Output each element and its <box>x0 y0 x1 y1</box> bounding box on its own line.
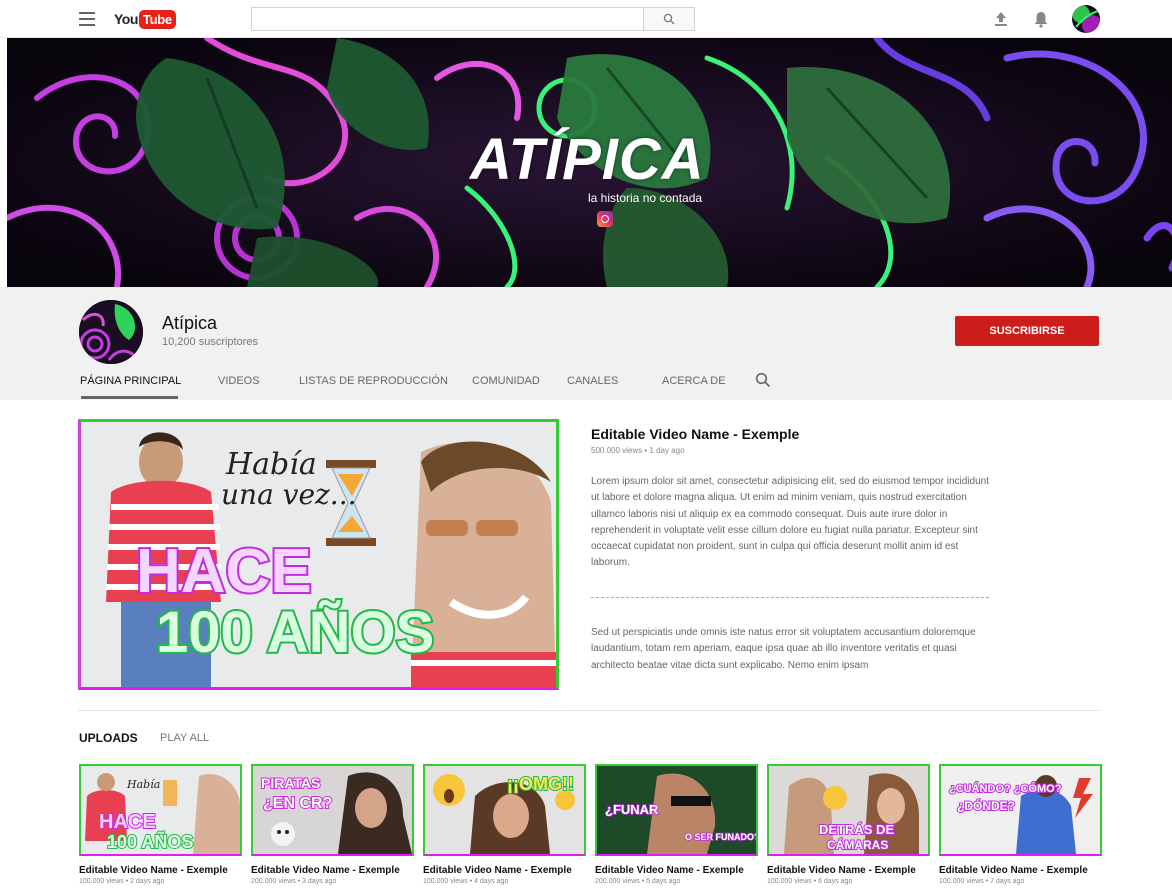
video-card[interactable]: PIRATAS ¿EN CR? Editable Video Name - Ex… <box>251 764 414 885</box>
channel-name: Atípica <box>162 313 218 333</box>
video-card[interactable]: ¿CUÁNDO? ¿CÓMO? ¿DÓNDE? Editable Video N… <box>939 764 1102 885</box>
section-divider <box>78 710 1100 711</box>
play-all-button[interactable]: PLAY ALL <box>160 732 209 744</box>
featured-thumb-line2: una vez... <box>221 478 357 511</box>
thumb-caption: 100 AÑOS <box>107 831 193 852</box>
video-title[interactable]: Editable Video Name - Exemple <box>767 865 930 876</box>
svg-text:Había: Había <box>126 778 160 791</box>
thumb-caption: CÁMARAS <box>827 837 888 852</box>
thumb-caption: DETRÁS DE <box>819 822 894 837</box>
upload-icon[interactable] <box>994 11 1008 27</box>
video-thumbnail[interactable]: DETRÁS DE CÁMARAS <box>767 764 930 856</box>
logo-text-tube: Tube <box>138 9 176 29</box>
video-meta: 100.000 views • 4 days ago <box>423 878 509 885</box>
video-title[interactable]: Editable Video Name - Exemple <box>251 865 414 876</box>
video-title[interactable]: Editable Video Name - Exemple <box>595 865 758 876</box>
tab-about[interactable]: ACERCA DE <box>662 375 726 387</box>
featured-thumb-line1: Había <box>225 447 317 482</box>
video-card[interactable]: Había HACE 100 AÑOS Editable Video Name … <box>79 764 242 885</box>
search-input[interactable] <box>252 8 643 30</box>
search-button[interactable] <box>643 8 694 30</box>
subscribe-button[interactable]: SUSCRIBIRSE <box>955 316 1099 346</box>
thumb-caption: ¡¡OMG!! <box>507 774 574 794</box>
menu-icon[interactable] <box>79 12 95 26</box>
banner-brand: ATÍPICA la historia no contada <box>470 127 730 227</box>
banner-tagline: la historia no contada <box>588 191 703 205</box>
thumb-caption: O SER FUNADO? <box>685 832 756 842</box>
tab-playlists[interactable]: LISTAS DE REPRODUCCIÓN <box>299 375 448 387</box>
video-thumbnail[interactable]: ¿CUÁNDO? ¿CÓMO? ¿DÓNDE? <box>939 764 1102 856</box>
channel-avatar[interactable] <box>79 300 143 364</box>
featured-video-thumbnail[interactable]: Había una vez... HACE 100 AÑOS <box>78 419 559 690</box>
tab-videos[interactable]: VIDEOS <box>218 375 260 387</box>
video-meta: 100.000 views • 2 days ago <box>79 878 165 885</box>
featured-video-meta: 500.000 views • 1 day ago <box>591 446 685 455</box>
account-avatar[interactable] <box>1072 5 1100 33</box>
video-thumbnail[interactable]: PIRATAS ¿EN CR? <box>251 764 414 856</box>
top-bar: You Tube <box>0 0 1172 38</box>
featured-thumb-big1: HACE <box>136 537 312 606</box>
active-tab-indicator <box>81 396 178 399</box>
channel-search-icon[interactable] <box>755 372 771 388</box>
tab-community[interactable]: COMUNIDAD <box>472 375 540 387</box>
featured-video-description: Lorem ipsum dolor sit amet, consectetur … <box>591 476 989 569</box>
subscriber-count: 10,200 suscriptores <box>162 336 258 348</box>
video-meta: 200.000 views • 3 days ago <box>251 878 337 885</box>
video-title[interactable]: Editable Video Name - Exemple <box>423 865 586 876</box>
video-card[interactable]: ¿FUNAR O SER FUNADO? Editable Video Name… <box>595 764 758 885</box>
video-meta: 100.000 views • 7 days ago <box>939 878 1025 885</box>
thumb-caption: ¿EN CR? <box>263 795 332 812</box>
description-divider <box>591 597 989 598</box>
youtube-logo[interactable]: You Tube <box>114 9 176 29</box>
thumb-caption: ¿FUNAR <box>605 802 659 817</box>
featured-video-description-2: Sed ut perspiciatis unde omnis iste natu… <box>591 627 976 671</box>
thumb-caption: ¿CUÁNDO? ¿CÓMO? <box>949 782 1062 795</box>
search-icon <box>663 13 675 25</box>
thumb-caption: ¿DÓNDE? <box>957 798 1015 813</box>
logo-text-you: You <box>114 11 138 27</box>
video-title[interactable]: Editable Video Name - Exemple <box>939 865 1102 876</box>
tab-home[interactable]: PÁGINA PRINCIPAL <box>80 375 181 387</box>
uploads-heading: UPLOADS <box>79 731 138 745</box>
video-thumbnail[interactable]: ¿FUNAR O SER FUNADO? <box>595 764 758 856</box>
video-card[interactable]: ¡¡OMG!! Editable Video Name - Exemple 10… <box>423 764 586 885</box>
video-meta: 100.000 views • 6 days ago <box>767 878 853 885</box>
video-thumbnail[interactable]: ¡¡OMG!! <box>423 764 586 856</box>
instagram-icon[interactable] <box>597 211 613 227</box>
video-card[interactable]: DETRÁS DE CÁMARAS Editable Video Name - … <box>767 764 930 885</box>
thumb-caption: HACE <box>99 811 156 833</box>
video-meta: 200.000 views • 5 days ago <box>595 878 681 885</box>
featured-thumb-big2: 100 AÑOS <box>156 600 434 665</box>
video-thumbnail[interactable]: Había HACE 100 AÑOS <box>79 764 242 856</box>
tab-channels[interactable]: CANALES <box>567 375 618 387</box>
notifications-bell-icon[interactable] <box>1033 10 1049 28</box>
banner-brand-name: ATÍPICA <box>470 127 705 192</box>
search-bar <box>251 7 695 31</box>
featured-video-title[interactable]: Editable Video Name - Exemple <box>591 426 799 442</box>
thumb-caption: PIRATAS <box>261 775 320 791</box>
channel-banner: ATÍPICA la historia no contada <box>7 38 1172 287</box>
channel-header: Atípica 10,200 suscriptores SUSCRIBIRSE … <box>0 287 1172 400</box>
video-title[interactable]: Editable Video Name - Exemple <box>79 865 242 876</box>
